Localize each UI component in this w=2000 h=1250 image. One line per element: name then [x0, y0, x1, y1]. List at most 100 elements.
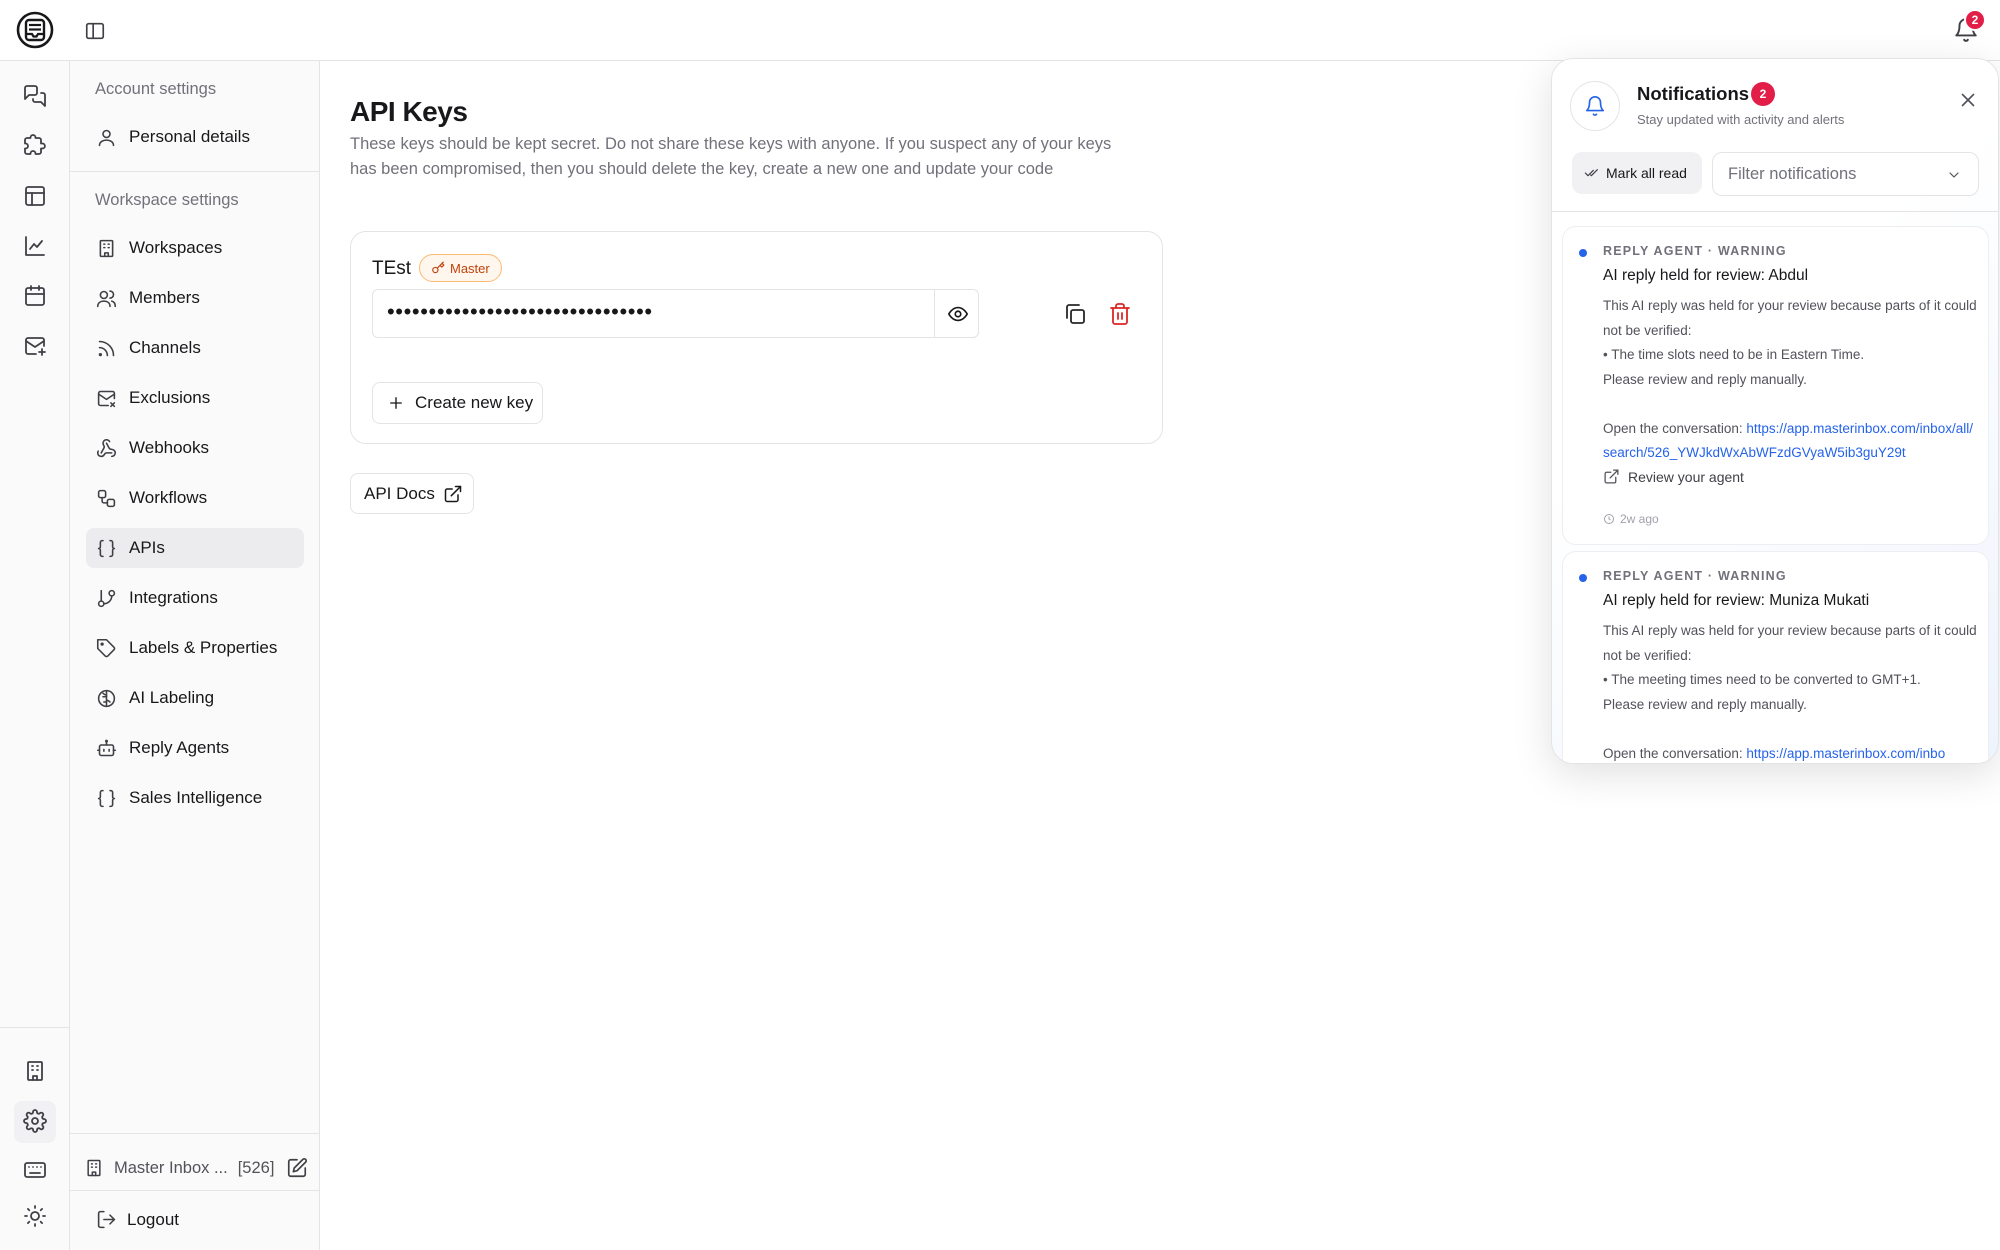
- close-icon[interactable]: [1957, 89, 1979, 111]
- chevron-down-icon: [1949, 172, 1959, 178]
- sidebar-item-channels[interactable]: Channels: [86, 328, 304, 368]
- edit-icon[interactable]: [286, 1157, 308, 1179]
- mark-all-read-label: Mark all read: [1606, 165, 1687, 181]
- notifications-panel: Notifications 2 Stay updated with activi…: [1551, 58, 1999, 764]
- sidebar-item-label: Webhooks: [129, 438, 210, 457]
- puzzle-icon[interactable]: [23, 134, 47, 158]
- open-conversation-label: Open the conversation:: [1603, 745, 1747, 761]
- unread-dot: [1579, 249, 1587, 257]
- sidebar-item-label: AI Labeling: [129, 688, 215, 707]
- keyboard-icon[interactable]: [23, 1158, 47, 1182]
- sidebar-item-webhooks[interactable]: Webhooks: [86, 428, 304, 468]
- clock-icon: [1604, 514, 1614, 524]
- sidebar-item-workspaces[interactable]: Workspaces: [86, 228, 304, 268]
- table-icon[interactable]: [23, 184, 47, 208]
- sidebar-item-label: Integrations: [129, 588, 218, 607]
- user-icon: [98, 129, 115, 146]
- webhook-icon: [96, 438, 117, 457]
- api-key-field[interactable]: ••••••••••••••••••••••••••••••••: [372, 289, 979, 338]
- api-docs-button[interactable]: API Docs: [350, 473, 474, 514]
- logout-button[interactable]: Logout: [96, 1209, 179, 1230]
- api-key-card: TEst Master ••••••••••••••••••••••••••••…: [350, 231, 1163, 444]
- logout-icon: [97, 1210, 116, 1229]
- sidebar-item-members[interactable]: Members: [86, 278, 304, 318]
- sidebar-item-label: Sales Intelligence: [129, 788, 263, 807]
- trash-icon[interactable]: [1108, 302, 1132, 326]
- workspace-switcher[interactable]: Master Inbox ... [526]: [84, 1148, 310, 1188]
- notification-count-badge: 2: [1964, 9, 1986, 31]
- open-conversation-label: Open the conversation:: [1603, 420, 1747, 436]
- notification-open-line: Open the conversation: https://app.maste…: [1603, 417, 1978, 466]
- sidebar-item-apis[interactable]: APIs: [86, 528, 304, 568]
- calendar-icon[interactable]: [23, 284, 47, 308]
- page-description: These keys should be kept secret. Do not…: [350, 135, 1112, 178]
- notification-time-label: 2w ago: [1620, 512, 1659, 526]
- sidebar-item-label: Exclusions: [129, 388, 211, 407]
- gear-icon[interactable]: [23, 1109, 47, 1133]
- notification-line: This AI reply was held for your review b…: [1603, 298, 1977, 338]
- sidebar-item-sales-intelligence[interactable]: Sales Intelligence: [86, 778, 304, 818]
- sidebar-item-label: Reply Agents: [129, 738, 230, 757]
- field-divider: [934, 290, 935, 337]
- users-icon: [96, 289, 117, 307]
- mail-x-icon: [97, 390, 116, 407]
- eye-icon[interactable]: [947, 303, 969, 325]
- git-branch-icon: [97, 589, 116, 607]
- sidebar-item-label: Channels: [129, 338, 201, 357]
- plus-icon: [390, 397, 402, 409]
- notification-meta: REPLY AGENT · WARNING: [1603, 569, 1787, 583]
- notification-item[interactable]: REPLY AGENT · WARNING AI reply held for …: [1562, 226, 1989, 545]
- sidebar-item-label: Workflows: [129, 488, 208, 507]
- workspace-name: Master Inbox ...: [114, 1158, 228, 1177]
- notification-item[interactable]: REPLY AGENT · WARNING AI reply held for …: [1562, 551, 1989, 763]
- filter-notifications-select[interactable]: Filter notifications: [1712, 152, 1979, 196]
- notifications-subtitle: Stay updated with activity and alerts: [1637, 112, 1845, 127]
- notifications-count-badge: 2: [1751, 82, 1775, 106]
- sidebar-toggle-icon[interactable]: [84, 20, 106, 42]
- brain-icon: [97, 689, 116, 707]
- notifications-divider: [1552, 211, 1998, 212]
- api-key-name: TEst: [372, 258, 412, 279]
- bell-icon: [1585, 96, 1605, 116]
- page-title: API Keys: [350, 96, 468, 127]
- notification-title: AI reply held for review: Muniza Mukati: [1603, 592, 1870, 609]
- external-link-icon: [1604, 469, 1619, 484]
- building-icon[interactable]: [23, 1059, 47, 1083]
- notifications-header-icon: [1570, 81, 1620, 131]
- sidebar-item-label: Personal details: [129, 127, 250, 146]
- conversation-link[interactable]: https://app.masterinbox.com/inbo: [1746, 746, 1945, 761]
- tag-icon: [96, 638, 116, 657]
- mail-plus-icon[interactable]: [23, 334, 47, 358]
- account-settings-heading: Account settings: [95, 80, 217, 98]
- sidebar-item-labels-properties[interactable]: Labels & Properties: [86, 628, 304, 668]
- sidebar-item-label: Workspaces: [129, 238, 223, 257]
- copy-icon[interactable]: [1063, 302, 1087, 326]
- notification-line: Please review and reply manually.: [1603, 371, 1807, 387]
- chat-icon[interactable]: [23, 84, 47, 108]
- braces-icon: [97, 789, 116, 807]
- master-badge: Master: [419, 254, 502, 282]
- key-icon: [432, 261, 445, 274]
- settings-sidebar: Account settings Personal details Worksp…: [70, 61, 320, 1250]
- sidebar-item-reply-agents[interactable]: Reply Agents: [86, 728, 304, 768]
- notification-body: This AI reply was held for your review b…: [1603, 294, 1978, 466]
- notification-line: Please review and reply manually.: [1603, 696, 1807, 712]
- api-key-masked-value: ••••••••••••••••••••••••••••••••: [387, 299, 653, 324]
- sidebar-item-personal-details[interactable]: Personal details: [86, 117, 304, 157]
- sidebar-item-workflows[interactable]: Workflows: [86, 478, 304, 518]
- workspace-count: [526]: [237, 1158, 275, 1177]
- mark-all-read-button[interactable]: Mark all read: [1572, 152, 1702, 194]
- create-new-key-button[interactable]: Create new key: [372, 382, 543, 424]
- api-docs-label: API Docs: [364, 483, 435, 503]
- sidebar-item-exclusions[interactable]: Exclusions: [86, 378, 304, 418]
- analytics-icon[interactable]: [23, 234, 47, 258]
- sidebar-item-ai-labeling[interactable]: AI Labeling: [86, 678, 304, 718]
- unread-dot: [1579, 574, 1587, 582]
- sidebar-divider: [70, 1190, 320, 1191]
- sidebar-divider: [70, 1133, 320, 1134]
- sun-icon[interactable]: [23, 1204, 47, 1228]
- sidebar-item-integrations[interactable]: Integrations: [86, 578, 304, 618]
- review-agent-link[interactable]: Review your agent: [1603, 468, 1744, 485]
- app-logo[interactable]: [15, 10, 55, 50]
- top-bar: 2: [0, 0, 2000, 61]
